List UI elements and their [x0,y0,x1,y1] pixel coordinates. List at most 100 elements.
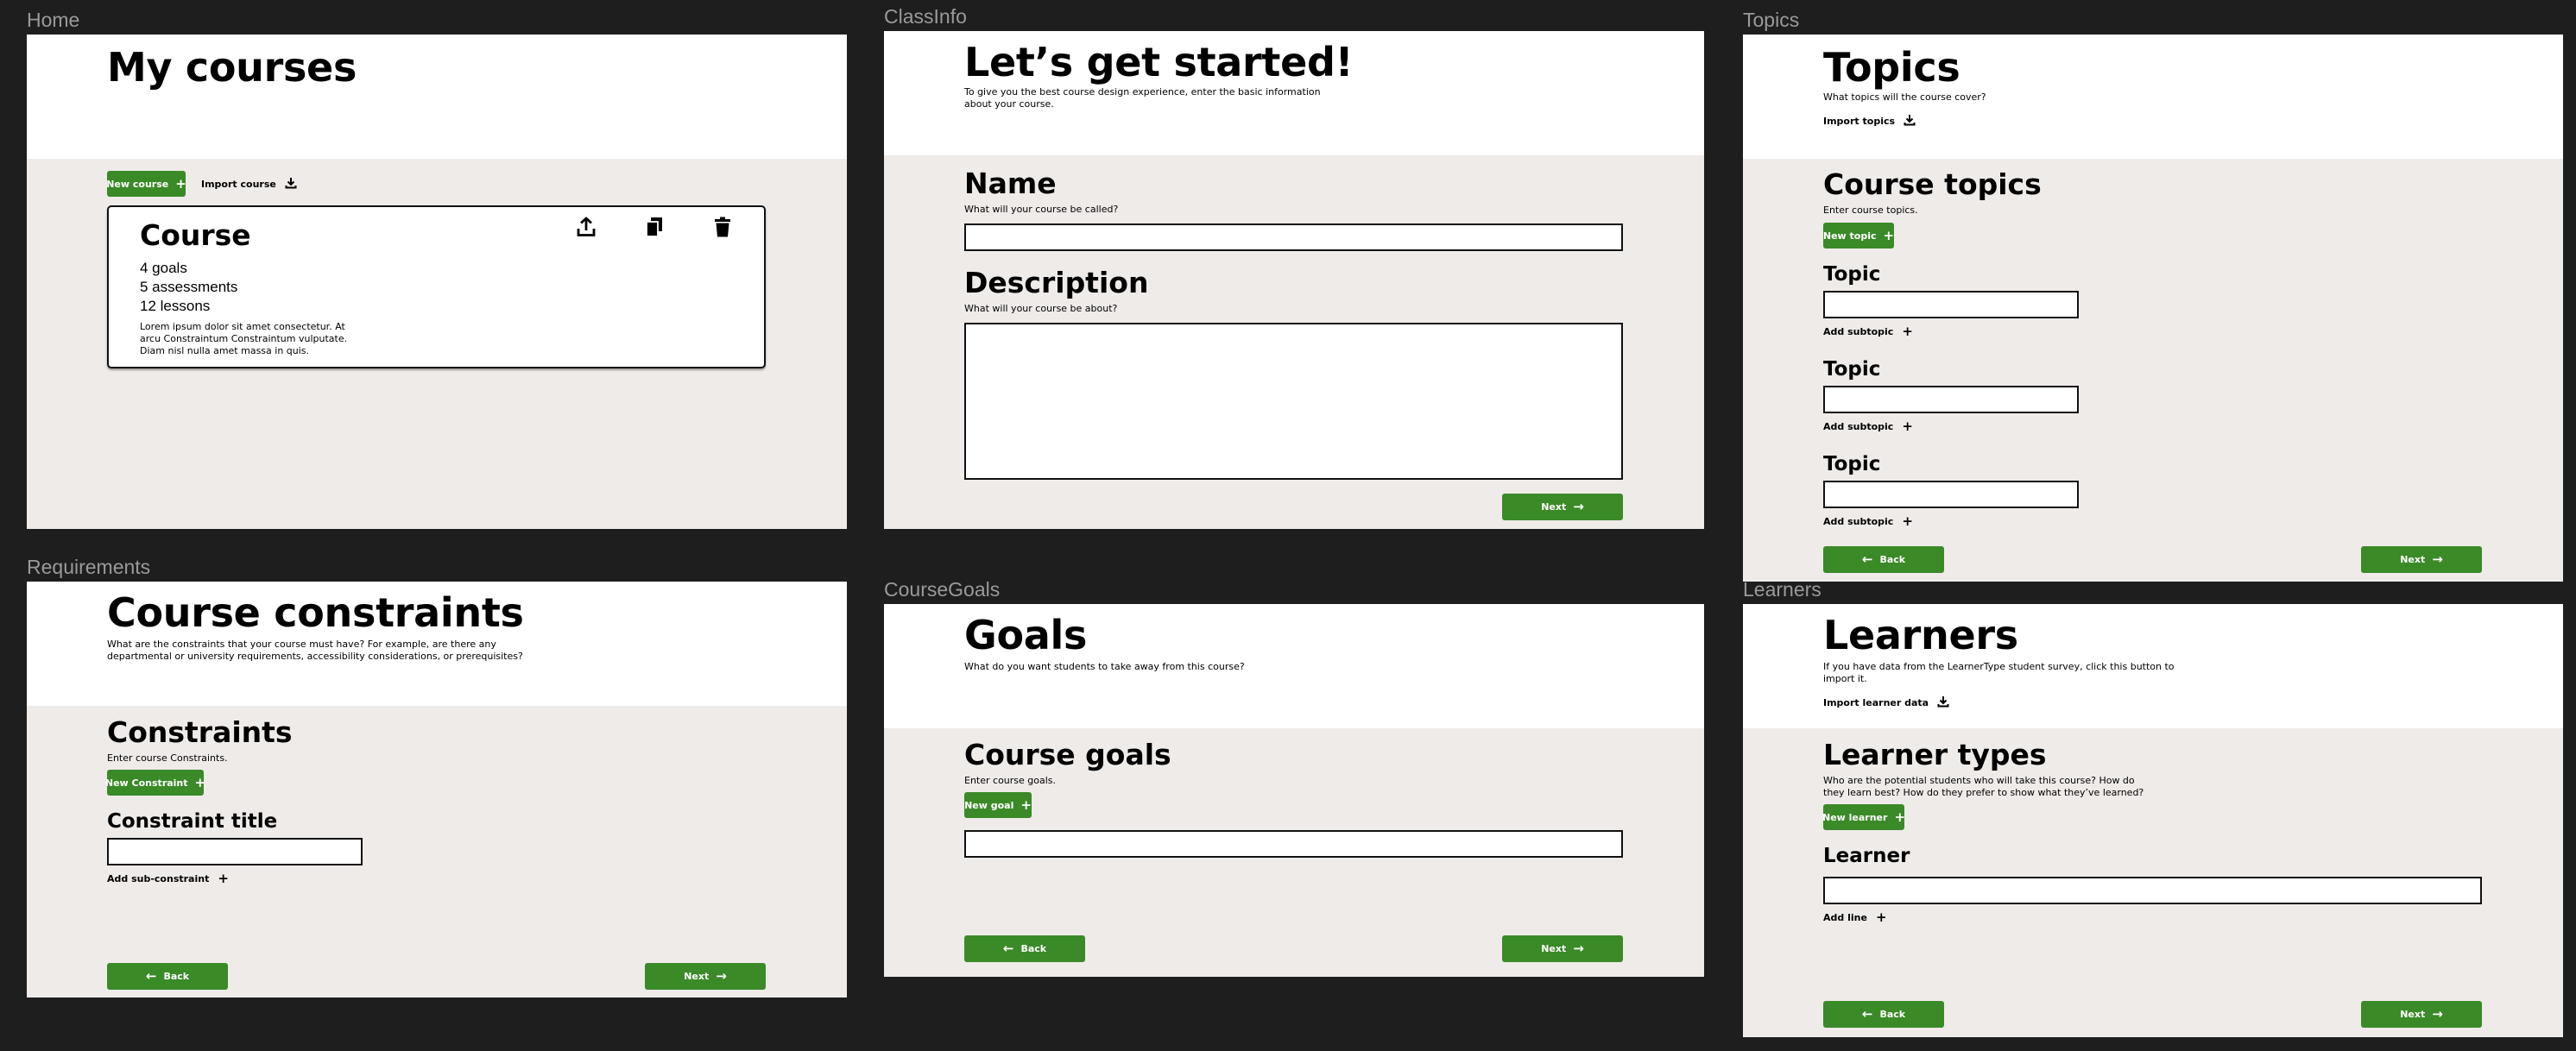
section-hint: Enter course topics. [1823,205,1918,216]
learner-label: Learner [1823,845,1910,867]
plus-icon: + [175,175,186,192]
frame-label-home: Home [27,9,80,31]
frame-label-learners: Learners [1743,578,1822,601]
trash-icon[interactable] [710,214,736,240]
section-hint-line-2: they learn best? How do they prefer to s… [1823,787,2144,798]
topic-input[interactable] [1823,386,2079,413]
next-button[interactable]: Next → [2361,546,2482,573]
course-card[interactable]: Course 4 goals 5 assessments 12 lessons … [107,205,766,368]
copy-icon[interactable] [641,214,667,240]
plus-icon: + [1902,419,1913,434]
new-constraint-button[interactable]: New Constraint + [104,770,205,796]
new-goal-button[interactable]: New goal + [964,792,1032,818]
download-icon [1937,695,1949,710]
add-subtopic-button[interactable]: Add subtopic + [1823,420,1913,433]
plus-icon: + [1883,227,1895,243]
add-line-label: Add line [1823,912,1867,923]
name-hint: What will your course be called? [964,204,1119,215]
add-sub-constraint-button[interactable]: Add sub-constraint + [107,872,229,885]
new-topic-label: New topic [1822,230,1877,242]
course-description-line-1: Lorem ipsum dolor sit amet consectetur. … [140,321,345,332]
arrow-left-icon: ← [145,968,157,984]
frame-label-requirements: Requirements [27,556,151,578]
course-card-title: Course [140,218,251,252]
name-heading: Name [964,167,1057,200]
back-button[interactable]: ← Back [964,935,1085,962]
import-topics-button[interactable]: Import topics [1823,114,1916,129]
page-subtitle-line-2: departmental or university requirements,… [107,651,523,662]
new-course-button[interactable]: New course + [106,171,186,197]
home-frame: My courses New course + Import course Co… [27,35,847,529]
next-button[interactable]: Next → [1502,494,1623,520]
import-course-label: Import course [201,179,276,190]
course-name-input[interactable] [964,223,1623,251]
new-learner-label: New learner [1822,811,1888,823]
page-title: Let’s get started! [964,39,1354,85]
section-title: Course topics [1823,167,2042,201]
plus-icon: + [1902,324,1913,339]
page-title: Course constraints [107,589,524,636]
frame-label-topics: Topics [1743,9,1800,31]
download-icon [285,177,297,192]
next-button[interactable]: Next → [645,963,766,990]
new-learner-button[interactable]: New learner + [1822,804,1906,830]
topic-label: Topic [1823,263,1881,286]
page-title: Topics [1823,44,1960,91]
arrow-right-icon: → [1573,941,1584,956]
new-goal-label: New goal [964,799,1014,811]
arrow-right-icon: → [716,968,727,984]
page-subtitle-line-1: If you have data from the LearnerType st… [1823,661,2175,672]
page-subtitle-line-2: about your course. [964,98,1054,110]
plus-icon: + [1894,809,1906,825]
plus-icon: + [1020,796,1032,813]
back-label: Back [163,971,190,982]
frame-label-classinfo: ClassInfo [884,5,967,28]
back-label: Back [1879,554,1906,565]
new-constraint-label: New Constraint [104,777,188,789]
learners-frame: Learners If you have data from the Learn… [1743,604,2563,1037]
next-button[interactable]: Next → [2361,1001,2482,1028]
download-icon [1904,114,1916,129]
page-title: My courses [107,44,357,91]
section-hint-line-1: Who are the potential students who will … [1823,775,2135,786]
course-description-textarea[interactable] [964,323,1623,480]
section-title: Course goals [964,738,1171,771]
add-subtopic-button[interactable]: Add subtopic + [1823,325,1913,338]
page-subtitle: What topics will the course cover? [1823,91,1986,103]
course-goal-input[interactable] [964,830,1623,858]
add-subtopic-button[interactable]: Add subtopic + [1823,515,1913,528]
add-subtopic-label: Add subtopic [1823,516,1894,527]
requirements-frame: Course constraints What are the constrai… [27,582,847,998]
upload-icon[interactable] [573,214,599,240]
next-label: Next [1541,943,1567,954]
description-hint: What will your course be about? [964,303,1118,314]
next-label: Next [2400,554,2426,565]
arrow-left-icon: ← [1002,941,1014,956]
add-line-button[interactable]: Add line + [1823,911,1887,924]
import-learner-data-button[interactable]: Import learner data [1823,695,1949,710]
back-button[interactable]: ← Back [107,963,228,990]
topic-input[interactable] [1823,291,2079,318]
course-goals-count: 4 goals [140,260,187,276]
section-title: Constraints [107,715,293,749]
section-hint: Enter course Constraints. [107,752,228,764]
page-subtitle-line-1: To give you the best course design exper… [964,86,1321,98]
back-label: Back [1879,1009,1906,1020]
new-topic-button[interactable]: New topic + [1823,223,1894,249]
page-title: Goals [964,612,1088,658]
course-description-line-3: Diam nisl nulla amet massa in quis. [140,345,310,356]
next-label: Next [684,971,710,982]
back-button[interactable]: ← Back [1823,546,1944,573]
import-course-button[interactable]: Import course [201,177,297,192]
plus-icon: + [1902,513,1913,529]
course-description-line-2: arcu Constraintum Constraintum vulputate… [140,333,348,344]
topics-frame: Topics What topics will the course cover… [1743,35,2563,582]
constraint-title-input[interactable] [107,838,363,865]
back-button[interactable]: ← Back [1823,1001,1944,1028]
learner-input[interactable] [1823,877,2482,904]
arrow-right-icon: → [2432,1006,2443,1022]
topic-input[interactable] [1823,481,2079,508]
next-button[interactable]: Next → [1502,935,1623,962]
course-lessons-count: 12 lessons [140,298,211,314]
next-label: Next [1541,501,1567,513]
